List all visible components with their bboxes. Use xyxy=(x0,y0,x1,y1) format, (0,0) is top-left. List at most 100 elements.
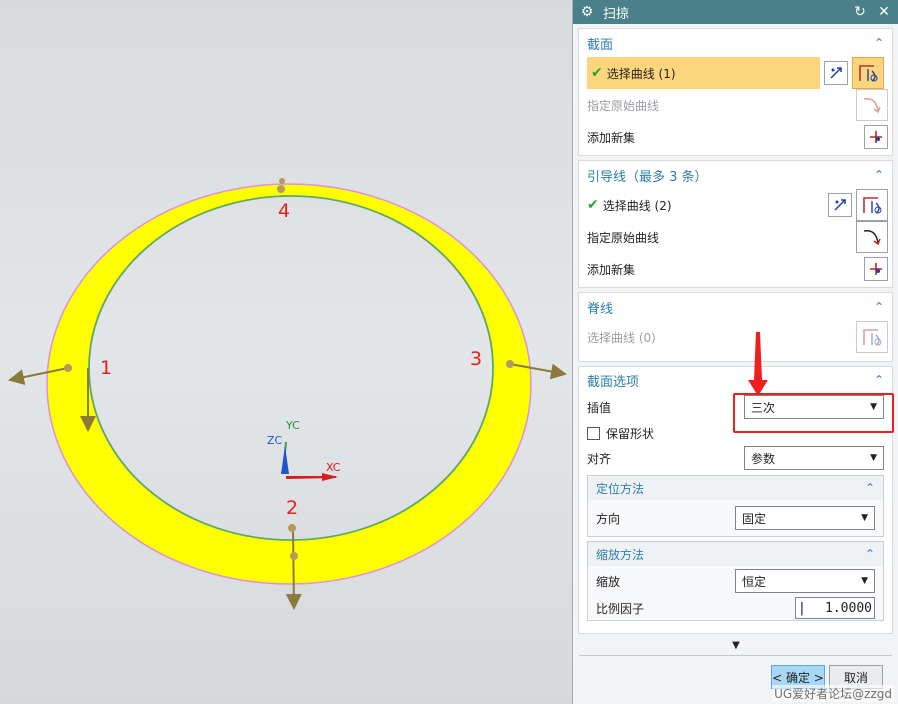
original-curve-icon xyxy=(863,230,881,246)
guide-add-new-set-row[interactable]: 添加新集 xyxy=(579,253,892,285)
collapse-chevron-icon[interactable]: ⌃ xyxy=(865,547,875,561)
scale-value: 恒定 xyxy=(742,574,767,589)
profile-select-curve-label: 选择曲线 (1) xyxy=(606,66,676,81)
reverse-direction-button[interactable] xyxy=(824,61,848,85)
point-2b[interactable] xyxy=(290,552,298,560)
label-4: 4 xyxy=(278,200,291,222)
scale-label: 缩放 xyxy=(596,574,621,589)
scaling-title: 缩放方法 xyxy=(596,547,645,562)
axis-label-yc: YC xyxy=(286,419,300,432)
swept-ring[interactable] xyxy=(47,184,531,584)
guide-specify-original-label: 指定原始曲线 xyxy=(587,230,660,245)
curve-rule-button[interactable] xyxy=(852,57,884,89)
curve-rule-icon xyxy=(859,65,878,82)
section-options-header[interactable]: 截面选项 ⌃ xyxy=(579,367,892,393)
reverse-direction-icon xyxy=(834,199,846,211)
section-profile-header[interactable]: 截面 ⌃ xyxy=(579,29,892,57)
guide-select-curve-label: 选择曲线 (2) xyxy=(602,198,672,213)
curve-rule-button[interactable] xyxy=(856,321,888,353)
profile-add-new-set-button[interactable] xyxy=(864,125,888,149)
profile-add-new-set-row[interactable]: 添加新集 xyxy=(579,121,892,153)
sweep-dialog: ⚙ 扫掠 ↻ ✕ 截面 ⌃ ✔ 选择曲线 (1) 指定原始曲线 添加新集 引导线… xyxy=(572,0,898,704)
section-guide-header[interactable]: 引导线（最多 3 条） ⌃ xyxy=(579,161,892,189)
reverse-direction-button[interactable] xyxy=(828,193,852,217)
section-options-title: 截面选项 xyxy=(587,374,640,390)
scaling-header[interactable]: 缩放方法 ⌃ xyxy=(588,542,883,566)
expand-more-icon[interactable]: ▼ xyxy=(573,640,898,651)
point-1[interactable] xyxy=(64,364,72,372)
collapse-chevron-icon[interactable]: ⌃ xyxy=(874,168,884,182)
direction-row: 方向 固定 ▼ xyxy=(588,500,883,536)
model-canvas[interactable] xyxy=(0,0,572,704)
add-set-icon xyxy=(870,131,882,143)
check-icon: ✔ xyxy=(587,197,599,213)
text-caret: | xyxy=(798,600,806,616)
direction-arrow-2 xyxy=(285,527,302,610)
add-set-icon xyxy=(870,263,882,275)
axis-label-zc: ZC xyxy=(267,434,283,447)
scaling-subsection: 缩放方法 ⌃ 缩放 恒定 ▼ 比例因子 | 1.0000 xyxy=(587,541,884,621)
guide-specify-original-button[interactable] xyxy=(856,221,888,253)
annotation-highlight-box xyxy=(733,393,894,433)
xc-axis-head xyxy=(322,473,338,481)
point-2[interactable] xyxy=(288,524,296,532)
orientation-header[interactable]: 定位方法 ⌃ xyxy=(588,476,883,500)
label-2: 2 xyxy=(286,497,299,519)
collapse-chevron-icon[interactable]: ⌃ xyxy=(874,373,884,387)
curve-rule-icon xyxy=(863,329,882,346)
orientation-subsection: 定位方法 ⌃ 方向 固定 ▼ xyxy=(587,475,884,537)
preserve-shape-checkbox[interactable] xyxy=(587,426,600,440)
align-label: 对齐 xyxy=(587,451,612,466)
collapse-chevron-icon[interactable]: ⌃ xyxy=(874,300,884,314)
chevron-down-icon: ▼ xyxy=(861,576,868,586)
spine-select-curve-label: 选择曲线 (0) xyxy=(587,330,656,345)
direction-label: 方向 xyxy=(596,511,621,526)
guide-add-new-set-button[interactable] xyxy=(864,257,888,281)
gear-icon[interactable]: ⚙ xyxy=(579,4,595,20)
spine-select-curve-row[interactable]: 选择曲线 (0) xyxy=(579,321,892,353)
orientation-title: 定位方法 xyxy=(596,481,645,496)
factor-value: 1.0000 xyxy=(825,600,872,616)
zc-axis xyxy=(281,446,289,474)
scale-row: 缩放 恒定 ▼ xyxy=(588,566,883,596)
dialog-title: 扫掠 xyxy=(603,6,630,22)
graphics-viewport[interactable]: 1 2 3 4 YC ZC XC xyxy=(0,0,572,704)
section-spine-title: 脊线 xyxy=(587,301,614,317)
point-3[interactable] xyxy=(506,360,514,368)
section-profile-title: 截面 xyxy=(587,37,614,53)
align-row: 对齐 参数 ▼ xyxy=(579,445,892,471)
close-icon[interactable]: ✕ xyxy=(876,4,892,20)
section-spine: 脊线 ⌃ 选择曲线 (0) xyxy=(578,292,893,362)
factor-input[interactable]: | 1.0000 xyxy=(795,597,875,619)
collapse-chevron-icon[interactable]: ⌃ xyxy=(865,481,875,495)
chevron-down-icon: ▼ xyxy=(870,453,877,463)
guide-select-curve-row[interactable]: ✔ 选择曲线 (2) xyxy=(579,189,892,221)
reset-icon[interactable]: ↻ xyxy=(852,4,868,20)
align-dropdown[interactable]: 参数 ▼ xyxy=(744,446,884,470)
reverse-direction-icon xyxy=(830,67,842,79)
guide-add-new-set-label: 添加新集 xyxy=(587,262,636,277)
align-value: 参数 xyxy=(751,451,776,466)
section-spine-header[interactable]: 脊线 ⌃ xyxy=(579,293,892,321)
label-1: 1 xyxy=(100,357,113,379)
point-4b[interactable] xyxy=(279,178,285,184)
check-icon: ✔ xyxy=(591,65,603,81)
profile-specify-original-row[interactable]: 指定原始曲线 xyxy=(579,89,892,121)
profile-specify-original-button[interactable] xyxy=(856,89,888,121)
profile-specify-original-label: 指定原始曲线 xyxy=(587,98,660,113)
footer-divider xyxy=(579,655,892,656)
scale-dropdown[interactable]: 恒定 ▼ xyxy=(735,569,875,593)
profile-select-curve-row[interactable]: ✔ 选择曲线 (1) xyxy=(583,57,888,89)
collapse-chevron-icon[interactable]: ⌃ xyxy=(874,36,884,50)
section-guide: 引导线（最多 3 条） ⌃ ✔ 选择曲线 (2) 指定原始曲线 添加新集 xyxy=(578,160,893,288)
direction-value: 固定 xyxy=(742,511,767,526)
point-4[interactable] xyxy=(277,185,285,193)
interp-label: 插值 xyxy=(587,400,612,415)
original-curve-icon xyxy=(863,98,881,114)
direction-dropdown[interactable]: 固定 ▼ xyxy=(735,506,875,530)
dialog-titlebar[interactable]: ⚙ 扫掠 ↻ ✕ xyxy=(573,0,898,24)
factor-label: 比例因子 xyxy=(596,601,645,616)
guide-specify-original-row[interactable]: 指定原始曲线 xyxy=(579,221,892,253)
curve-rule-button[interactable] xyxy=(856,189,888,221)
profile-add-new-set-label: 添加新集 xyxy=(587,130,636,145)
